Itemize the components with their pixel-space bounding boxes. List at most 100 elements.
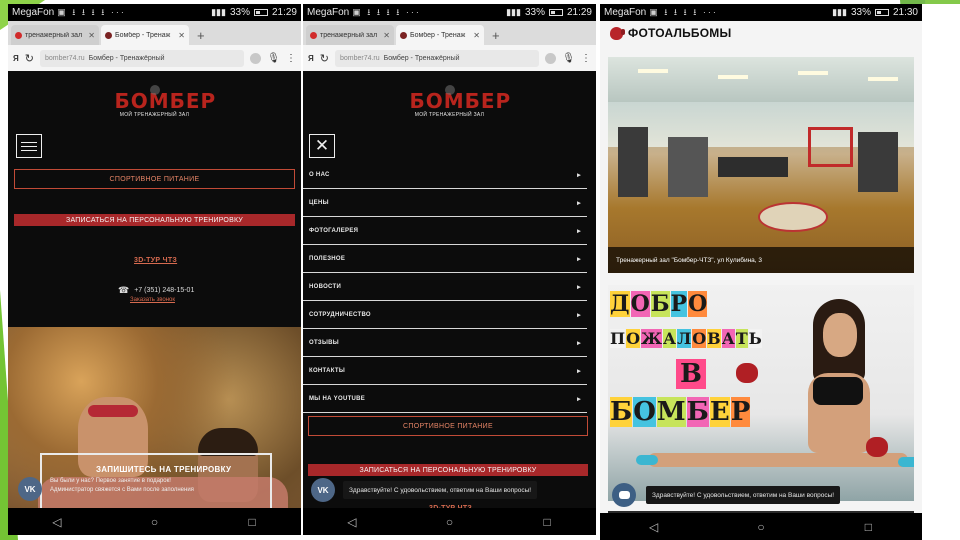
protect-shield-icon[interactable]: [250, 52, 262, 64]
reload-icon[interactable]: ↻: [25, 52, 34, 65]
vk-chat-button[interactable]: VK: [311, 478, 335, 502]
albums-header: ФОТОАЛЬБОМЫ: [610, 26, 731, 40]
android-navbar: ◁ ○ □: [600, 513, 922, 540]
welcome-row-3: В: [676, 359, 707, 389]
menu-item-gallery[interactable]: ФОТОГАЛЕРЕЯ ▸: [303, 217, 587, 245]
tour-3d-link[interactable]: 3D-ТУР ЧТЗ: [134, 257, 177, 264]
signup-text-1: Вы были у нас? Первое занятие в подарок!: [50, 478, 171, 484]
battery-percent: 33%: [229, 7, 250, 18]
mic-icon[interactable]: 🎙: [562, 53, 575, 64]
battery-percent: 33%: [524, 7, 545, 18]
phone-screen-menu: MegaFon ▣ ⭳ ⭳ ⭳ ⭳ ··· ▮▮▮ 33% 21:29 трен…: [303, 4, 596, 535]
signup-text-2: Администратор свяжется с Вами после запо…: [50, 487, 194, 493]
back-icon[interactable]: ◁: [37, 515, 77, 529]
chat-greeting[interactable]: Здравствуйте! С удовольствием, ответим н…: [343, 481, 538, 499]
clock: 21:29: [566, 7, 592, 18]
protect-shield-icon[interactable]: [545, 52, 557, 64]
android-navbar: ◁ ○ □: [8, 508, 301, 535]
tab-search[interactable]: тренажерный зал ✕: [11, 25, 99, 45]
notification-icons: ▣ ⭳ ⭳ ⭳ ⭳ ···: [57, 6, 126, 17]
menu-item-about[interactable]: О НАС ▸: [303, 161, 587, 189]
menu-item-youtube[interactable]: МЫ НА YOUTUBE ▸: [303, 385, 587, 413]
chat-icon: [618, 491, 630, 499]
vk-chat-button[interactable]: VK: [18, 477, 42, 501]
sport-nutrition-button[interactable]: СПОРТИВНОЕ ПИТАНИЕ: [308, 416, 588, 436]
clock: 21:29: [271, 7, 297, 18]
boxer-figure-icon: [444, 85, 455, 95]
tab-site[interactable]: Бомбер - Тренаж ✕: [396, 25, 484, 45]
site-content: БОМБЕР МОЙ ТРЕНАЖЕРНЫЙ ЗАЛ ✕ О НАС ▸ ЦЕНЫ…: [303, 71, 596, 508]
home-icon[interactable]: ○: [429, 515, 469, 529]
signup-title: ЗАПИШИТЕСЬ НА ТРЕНИРОВКУ: [96, 465, 232, 474]
menu-item-news[interactable]: НОВОСТИ ▸: [303, 273, 587, 301]
album-card-welcome[interactable]: ДОБРО ПОЖАЛОВАТЬ В БОМБЕР: [608, 285, 914, 501]
tab-strip: тренажерный зал ✕ Бомбер - Тренаж ✕ +: [8, 21, 301, 45]
tab-site[interactable]: Бомбер - Тренаж ✕: [101, 25, 189, 45]
site-favicon-icon: [400, 31, 407, 39]
reload-icon[interactable]: ↻: [320, 52, 329, 65]
tab-strip: тренажерный зал ✕ Бомбер - Тренаж ✕ +: [303, 21, 596, 45]
yandex-logo-icon[interactable]: Я: [13, 54, 19, 63]
recent-apps-icon[interactable]: □: [848, 520, 888, 534]
site-logo[interactable]: БОМБЕР МОЙ ТРЕНАЖЕРНЫЙ ЗАЛ: [115, 85, 215, 118]
arrow-right-icon: ▸: [577, 367, 581, 375]
order-call-link[interactable]: Заказать звонок: [130, 297, 175, 303]
arrow-right-icon: ▸: [577, 283, 581, 291]
close-icon[interactable]: ✕: [88, 31, 95, 40]
menu-item-cooperation[interactable]: СОТРУДНИЧЕСТВО ▸: [303, 301, 587, 329]
recent-apps-icon[interactable]: □: [527, 515, 567, 529]
boxer-figure-icon: [149, 85, 160, 95]
menu-item-contacts[interactable]: КОНТАКТЫ ▸: [303, 357, 587, 385]
boxing-glove-icon: [866, 437, 888, 457]
boxing-glove-icon: [610, 26, 625, 40]
mic-icon[interactable]: 🎙: [267, 53, 280, 64]
arrow-right-icon: ▸: [577, 255, 581, 263]
home-icon[interactable]: ○: [134, 515, 174, 529]
yandex-icon: [15, 31, 22, 39]
url-field[interactable]: bomber74.ru Бомбер - Тренажёрный: [334, 49, 540, 67]
welcome-row-1: ДОБРО: [610, 291, 708, 317]
site-content: БОМБЕР МОЙ ТРЕНАЖЕРНЫЙ ЗАЛ СПОРТИВНОЕ ПИ…: [8, 71, 301, 508]
more-menu-icon[interactable]: ⋮: [286, 53, 296, 64]
tab-search[interactable]: тренажерный зал ✕: [306, 25, 394, 45]
sport-nutrition-button[interactable]: СПОРТИВНОЕ ПИТАНИЕ: [14, 169, 295, 189]
albums-title: ФОТОАЛЬБОМЫ: [628, 26, 732, 40]
chat-open-button[interactable]: [612, 483, 636, 507]
url-field[interactable]: bomber74.ru Бомбер - Тренажёрный: [39, 49, 245, 67]
new-tab-button[interactable]: +: [486, 28, 506, 45]
signup-box[interactable]: ЗАПИШИТЕСЬ НА ТРЕНИРОВКУ Вы были у нас? …: [40, 453, 272, 508]
menu-item-reviews[interactable]: ОТЗЫВЫ ▸: [303, 329, 587, 357]
back-icon[interactable]: ◁: [634, 520, 674, 534]
yandex-logo-icon[interactable]: Я: [308, 54, 314, 63]
hamburger-menu-icon[interactable]: [16, 134, 42, 158]
personal-training-button[interactable]: ЗАПИСАТЬСЯ НА ПЕРСОНАЛЬНУЮ ТРЕНИРОВКУ: [308, 464, 588, 476]
close-menu-icon[interactable]: ✕: [309, 134, 335, 158]
album-card-gym[interactable]: Тренажерный зал "Бомбер-ЧТЗ", ул Кулибин…: [608, 57, 914, 273]
carrier-label: MegaFon: [604, 7, 647, 18]
album-caption: Тренажерный зал "Бомбер-ЧТЗ", ул Кулибин…: [608, 247, 914, 273]
welcome-row-4: БОМБЕР: [610, 397, 751, 427]
site-logo[interactable]: БОМБЕР МОЙ ТРЕНАЖЕРНЫЙ ЗАЛ: [410, 85, 510, 118]
new-tab-button[interactable]: +: [191, 28, 211, 45]
carrier-label: MegaFon: [307, 7, 350, 18]
battery-icon: [548, 9, 563, 16]
recent-apps-icon[interactable]: □: [232, 515, 272, 529]
close-icon[interactable]: ✕: [178, 31, 185, 40]
back-icon[interactable]: ◁: [332, 515, 372, 529]
menu-item-useful[interactable]: ПОЛЕЗНОЕ ▸: [303, 245, 587, 273]
menu-item-prices[interactable]: ЦЕНЫ ▸: [303, 189, 587, 217]
close-icon[interactable]: ✕: [383, 31, 390, 40]
chat-greeting[interactable]: Здравствуйте! С удовольствием, ответим н…: [646, 486, 841, 504]
arrow-right-icon: ▸: [577, 227, 581, 235]
address-bar: Я ↻ bomber74.ru Бомбер - Тренажёрный 🎙 ⋮: [8, 45, 301, 71]
more-menu-icon[interactable]: ⋮: [581, 53, 591, 64]
phone-number[interactable]: ☎ +7 (351) 248-15-01: [118, 285, 194, 296]
home-icon[interactable]: ○: [741, 520, 781, 534]
personal-training-button[interactable]: ЗАПИСАТЬСЯ НА ПЕРСОНАЛЬНУЮ ТРЕНИРОВКУ: [14, 214, 295, 226]
phone-icon: ☎: [118, 285, 130, 295]
close-icon[interactable]: ✕: [473, 31, 480, 40]
notification-icons: ▣ ⭳ ⭳ ⭳ ⭳ ···: [352, 6, 421, 17]
welcome-row-2: ПОЖАЛОВАТЬ: [610, 329, 762, 348]
battery-icon: [874, 9, 889, 16]
albums-page: ФОТОАЛЬБОМЫ Тренажерный зал "Бомбер-ЧТЗ"…: [600, 21, 922, 513]
